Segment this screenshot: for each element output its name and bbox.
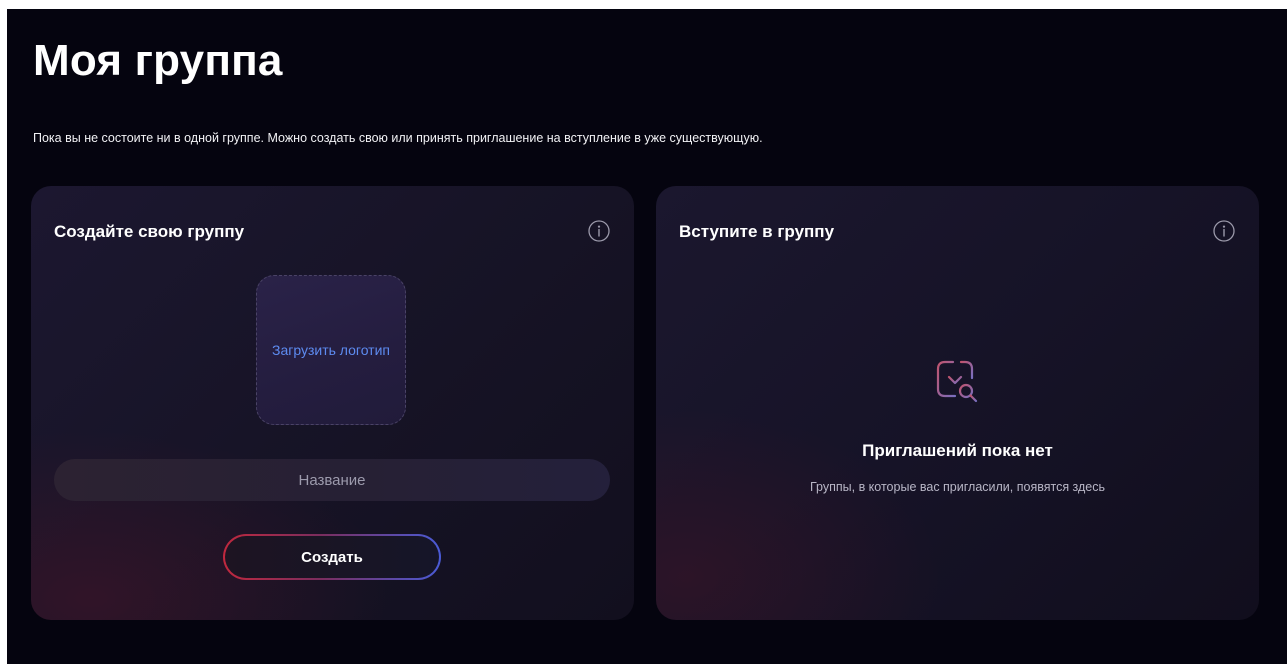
join-group-card: Вступите в группу Приглашений пока нет Г… — [656, 186, 1259, 620]
invite-search-icon — [936, 360, 978, 403]
page-subtitle: Пока вы не состоите ни в одной группе. М… — [33, 131, 763, 145]
upload-logo-button[interactable]: Загрузить логотип — [256, 275, 406, 425]
group-name-input[interactable] — [54, 459, 610, 501]
create-group-title: Создайте свою группу — [54, 222, 245, 241]
main-content: Моя группа Пока вы не состоите ни в одно… — [7, 9, 1287, 664]
join-group-title: Вступите в группу — [679, 222, 835, 241]
info-icon[interactable] — [1212, 219, 1236, 243]
info-icon[interactable] — [587, 219, 611, 243]
page-title: Моя группа — [33, 36, 283, 85]
create-group-card: Создайте свою группу Загрузить логотип С… — [31, 186, 634, 620]
upload-logo-label: Загрузить логотип — [271, 342, 390, 358]
create-button[interactable]: Создать — [223, 534, 441, 580]
empty-state-description: Группы, в которые вас пригласили, появят… — [809, 480, 1106, 494]
create-button-label: Создать — [301, 548, 363, 566]
empty-state-title: Приглашений пока нет — [862, 441, 1053, 460]
